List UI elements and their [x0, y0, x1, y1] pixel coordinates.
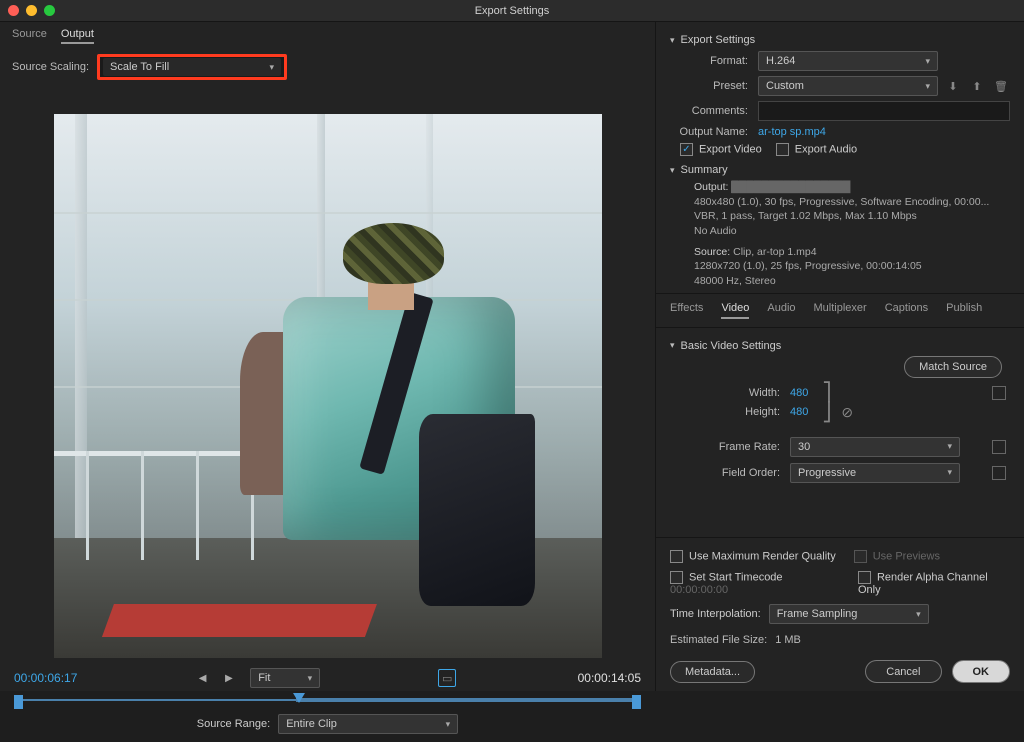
zoom-fit-label: Fit	[258, 672, 270, 684]
frame-rate-label: Frame Rate:	[670, 441, 790, 453]
zoom-fit-dropdown[interactable]: Fit ▾	[250, 668, 320, 688]
height-label: Height:	[670, 406, 790, 418]
cancel-button[interactable]: Cancel	[865, 660, 941, 683]
export-video-checkbox[interactable]: Export Video	[680, 143, 762, 156]
source-range-dropdown[interactable]: Entire Clip ▾	[278, 714, 458, 734]
source-scaling-value: Scale To Fill	[110, 61, 169, 73]
field-order-value: Progressive	[798, 467, 856, 479]
prev-edit-icon[interactable]: ◀	[199, 673, 207, 684]
chevron-down-icon: ▾	[925, 81, 930, 92]
estimated-size-label: Estimated File Size:	[670, 634, 767, 646]
set-start-timecode-checkbox[interactable]: Set Start Timecode 00:00:00:00	[670, 571, 840, 596]
title-bar: Export Settings	[0, 0, 1024, 22]
timeline-scrubber[interactable]	[14, 692, 641, 708]
time-interpolation-dropdown[interactable]: Frame Sampling ▾	[769, 604, 929, 624]
disclosure-icon[interactable]: ▾	[670, 35, 675, 46]
field-order-checkbox[interactable]	[992, 466, 1006, 480]
maximize-window-button[interactable]	[44, 5, 55, 16]
frame-rate-dropdown[interactable]: 30 ▾	[790, 437, 960, 457]
output-name-label: Output Name:	[670, 126, 758, 138]
close-window-button[interactable]	[8, 5, 19, 16]
width-checkbox[interactable]	[992, 386, 1006, 400]
window-title: Export Settings	[475, 5, 550, 17]
import-preset-icon[interactable]: ⬆	[968, 77, 986, 95]
basic-video-settings-header: Basic Video Settings	[681, 340, 782, 352]
width-value[interactable]: 480	[790, 387, 808, 399]
source-range-label: Source Range:	[197, 718, 270, 730]
preset-label: Preset:	[670, 80, 758, 92]
comments-input[interactable]	[758, 101, 1010, 121]
summary-output: Output: ████████████████ 480x480 (1.0), …	[670, 180, 1010, 239]
ok-button[interactable]: OK	[952, 660, 1011, 683]
delete-preset-icon[interactable]: 🗑	[992, 77, 1010, 95]
tab-video[interactable]: Video	[721, 302, 749, 319]
current-timecode[interactable]: 00:00:06:17	[14, 671, 77, 685]
source-range-value: Entire Clip	[286, 718, 337, 730]
video-preview	[54, 114, 602, 658]
tab-publish[interactable]: Publish	[946, 302, 982, 319]
format-dropdown[interactable]: H.264 ▾	[758, 51, 938, 71]
source-scaling-label: Source Scaling:	[12, 61, 89, 73]
tab-output[interactable]: Output	[61, 28, 94, 44]
summary-source: Source: Clip, ar-top 1.mp4 1280x720 (1.0…	[670, 245, 1010, 289]
chevron-down-icon: ▾	[446, 719, 451, 730]
match-source-button[interactable]: Match Source	[904, 356, 1002, 378]
metadata-button[interactable]: Metadata...	[670, 661, 755, 683]
chevron-down-icon: ▾	[947, 441, 952, 452]
use-previews-checkbox: Use Previews	[854, 550, 940, 563]
summary-header: Summary	[681, 164, 728, 176]
source-scaling-dropdown[interactable]: Scale To Fill ▾	[103, 58, 281, 76]
preset-dropdown[interactable]: Custom ▾	[758, 76, 938, 96]
tab-multiplexer[interactable]: Multiplexer	[814, 302, 867, 319]
render-alpha-checkbox[interactable]: Render Alpha Channel Only	[858, 571, 1010, 596]
tab-audio[interactable]: Audio	[767, 302, 795, 319]
height-value[interactable]: 480	[790, 406, 808, 418]
tab-effects[interactable]: Effects	[670, 302, 703, 319]
export-settings-header: Export Settings	[681, 34, 756, 46]
chevron-down-icon: ▾	[916, 609, 921, 620]
format-value: H.264	[766, 55, 795, 67]
comments-label: Comments:	[670, 105, 758, 117]
chevron-down-icon: ▾	[308, 673, 313, 684]
use-max-quality-checkbox[interactable]: Use Maximum Render Quality	[670, 550, 836, 563]
time-interpolation-value: Frame Sampling	[777, 608, 858, 620]
output-name-link[interactable]: ar-top sp.mp4	[758, 126, 826, 138]
format-label: Format:	[670, 55, 758, 67]
minimize-window-button[interactable]	[26, 5, 37, 16]
chevron-down-icon: ▾	[270, 62, 275, 73]
save-preset-icon[interactable]: ⬇	[944, 77, 962, 95]
tab-captions[interactable]: Captions	[885, 302, 928, 319]
field-order-dropdown[interactable]: Progressive ▾	[790, 463, 960, 483]
estimated-size-value: 1 MB	[775, 634, 801, 646]
preset-value: Custom	[766, 80, 804, 92]
time-interpolation-label: Time Interpolation:	[670, 608, 761, 620]
frame-rate-checkbox[interactable]	[992, 440, 1006, 454]
disclosure-icon[interactable]: ▾	[670, 340, 675, 351]
source-scaling-highlight: Scale To Fill ▾	[97, 54, 287, 80]
duration-timecode: 00:00:14:05	[578, 671, 641, 685]
width-label: Width:	[670, 387, 790, 399]
next-edit-icon[interactable]: ◀	[225, 673, 233, 684]
aspect-ratio-icon[interactable]: ▭	[438, 669, 456, 687]
field-order-label: Field Order:	[670, 467, 790, 479]
tab-source[interactable]: Source	[12, 28, 47, 44]
frame-rate-value: 30	[798, 441, 810, 453]
export-audio-checkbox[interactable]: Export Audio	[776, 143, 857, 156]
chevron-down-icon: ▾	[925, 56, 930, 67]
disclosure-icon[interactable]: ▾	[670, 165, 675, 176]
link-dimensions-icon[interactable]: ⊘	[841, 404, 853, 421]
chevron-down-icon: ▾	[947, 467, 952, 478]
